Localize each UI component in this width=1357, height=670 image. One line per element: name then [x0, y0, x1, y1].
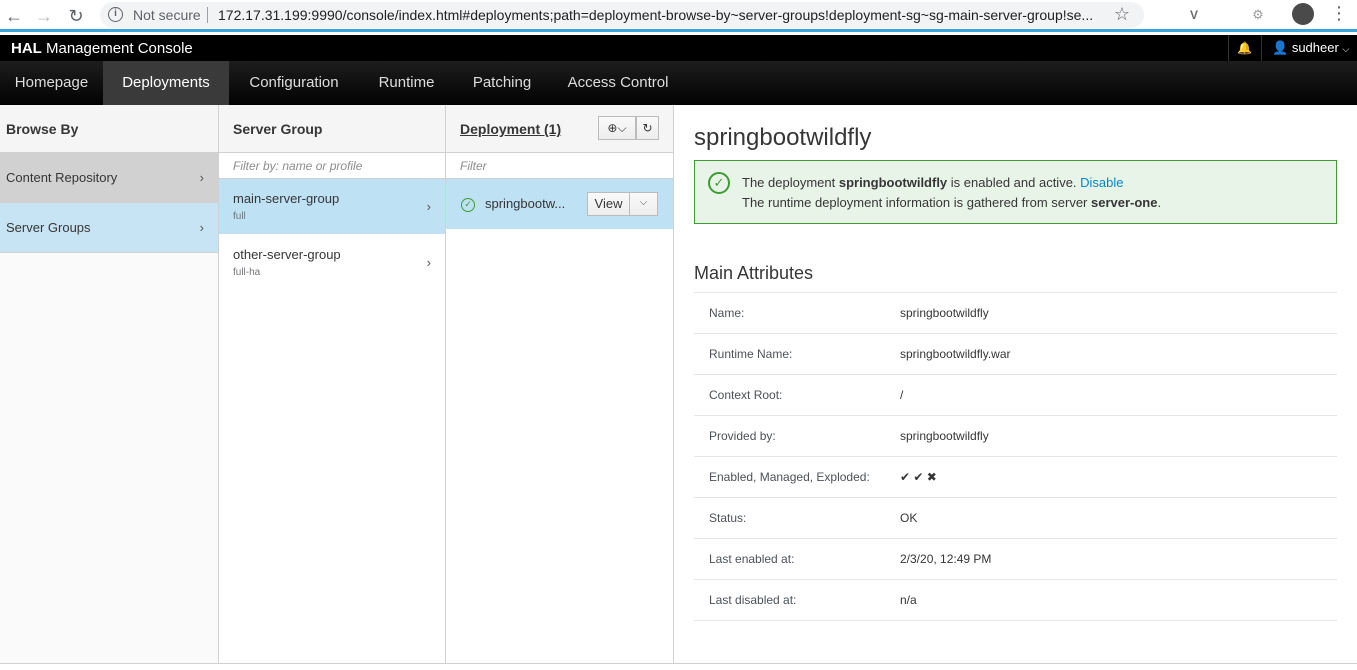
settings-extension-icon[interactable]: ⚙ [1249, 6, 1267, 24]
attribute-value: springbootwildfly.war [900, 347, 1011, 361]
deployment-item[interactable]: ✓ springbootw... View ⌵ [446, 179, 673, 229]
attribute-row: Context Root: / [694, 375, 1337, 416]
address-bar[interactable]: i Not secure 172.17.31.199:9990/console/… [100, 2, 1144, 28]
chevron-right-icon: › [199, 220, 204, 235]
skype-extension-icon[interactable]: S [1217, 6, 1235, 24]
user-name: sudheer [1291, 40, 1339, 55]
alert-line-1: The deployment springbootwildfly is enab… [742, 175, 1124, 190]
attribute-row: Provided by: springbootwildfly [694, 416, 1337, 457]
attribute-key: Last enabled at: [709, 552, 795, 566]
attribute-row: Runtime Name: springbootwildfly.war [694, 334, 1337, 375]
attribute-row: Enabled, Managed, Exploded: ✔ ✔ ✖ [694, 457, 1337, 498]
hal-header: HAL Management Console 🔔 👤 sudheer ⌵ [0, 35, 1357, 61]
server-group-item-other[interactable]: other-server-group full-ha › [219, 235, 445, 291]
brand-title: HAL Management Console [11, 40, 193, 57]
tab-access-control[interactable]: Access Control [550, 61, 686, 105]
refresh-icon[interactable]: ↻ [636, 116, 659, 140]
attribute-row: Last disabled at: n/a [694, 580, 1337, 621]
notifications-bell-icon[interactable]: 🔔 [1228, 35, 1260, 61]
deployment-column: Deployment (1) ⊕⌵ ↻ Filter ✓ springbootw… [446, 105, 674, 670]
tab-patching[interactable]: Patching [454, 61, 550, 105]
view-button[interactable]: View [587, 192, 630, 216]
attribute-value: OK [900, 511, 918, 525]
check-circle-icon: ✓ [708, 172, 730, 194]
info-icon[interactable]: i [108, 7, 123, 22]
bookmark-star-icon[interactable]: ☆ [1114, 4, 1130, 25]
browser-toolbar: ← → ↻ i Not secure 172.17.31.199:9990/co… [0, 0, 1357, 32]
attribute-row: Status: OK [694, 498, 1337, 539]
disable-link[interactable]: Disable [1080, 175, 1123, 190]
preview-title: springbootwildfly [694, 124, 872, 151]
deployment-title[interactable]: Deployment (1) [460, 121, 561, 137]
success-alert: ✓ The deployment springbootwildfly is en… [694, 160, 1337, 224]
deployment-filter-input[interactable]: Filter [446, 153, 673, 179]
address-divider [207, 7, 208, 23]
chevron-down-icon: ⌵ [1342, 44, 1350, 54]
server-group-filter-input[interactable]: Filter by: name or profile [219, 153, 445, 179]
attribute-key: Provided by: [709, 429, 776, 443]
attribute-row: Name: springbootwildfly [694, 293, 1337, 334]
attribute-value: springbootwildfly [900, 306, 989, 320]
attribute-row: Last enabled at: 2/3/20, 12:49 PM [694, 539, 1337, 580]
browse-by-title: Browse By [0, 105, 218, 153]
footer-bar [0, 663, 1357, 670]
deployment-actions: ⊕⌵ ↻ [598, 116, 659, 140]
server-group-profile: full [233, 211, 246, 222]
browse-item-label: Server Groups [6, 220, 91, 235]
user-icon: 👤 [1272, 40, 1289, 55]
attributes-list: Name: springbootwildfly Runtime Name: sp… [694, 293, 1337, 621]
dropdown-caret-icon[interactable]: ⌵ [629, 192, 658, 216]
url-text[interactable]: 172.17.31.199:9990/console/index.html#de… [218, 7, 1103, 23]
alert-line-2: The runtime deployment information is ga… [742, 195, 1162, 210]
attribute-key: Last disabled at: [709, 593, 797, 607]
browse-item-content-repository[interactable]: Content Repository › [0, 153, 218, 203]
attribute-key: Enabled, Managed, Exploded: [709, 470, 870, 484]
attribute-value: n/a [900, 593, 917, 607]
provided-by-link[interactable]: springbootwildfly [900, 429, 989, 443]
security-label: Not secure [133, 7, 201, 23]
main-navigation: Homepage Deployments Configuration Runti… [0, 61, 1357, 105]
tab-configuration[interactable]: Configuration [229, 61, 359, 105]
preview-pane: springbootwildfly ✓ The deployment sprin… [674, 105, 1357, 670]
tab-homepage[interactable]: Homepage [0, 61, 103, 105]
context-root-link[interactable]: / [900, 388, 903, 402]
attribute-key: Status: [709, 511, 747, 525]
server-group-profile: full-ha [233, 267, 261, 278]
browse-item-label: Content Repository [6, 170, 118, 185]
user-menu[interactable]: 👤 sudheer ⌵ [1261, 35, 1357, 61]
reload-icon[interactable]: ↻ [64, 4, 88, 28]
chevron-right-icon: › [426, 199, 431, 214]
browser-menu-icon[interactable]: ⋮ [1330, 3, 1348, 24]
back-icon[interactable]: ← [2, 4, 26, 28]
add-deployment-button[interactable]: ⊕⌵ [598, 116, 636, 140]
server-group-column: Server Group Filter by: name or profile … [219, 105, 446, 670]
browse-item-server-groups[interactable]: Server Groups › [0, 203, 218, 253]
deployment-item-name: springbootw... [485, 196, 566, 211]
attribute-value: 2/3/20, 12:49 PM [900, 552, 992, 566]
attribute-key: Name: [709, 306, 745, 320]
attribute-key: Runtime Name: [709, 347, 793, 361]
tab-runtime[interactable]: Runtime [359, 61, 454, 105]
vuejs-extension-icon[interactable]: V [1185, 6, 1203, 24]
server-group-name: main-server-group [233, 191, 340, 206]
profile-avatar[interactable] [1292, 3, 1314, 25]
server-group-item-main[interactable]: main-server-group full › [219, 179, 445, 235]
attribute-key: Context Root: [709, 388, 783, 402]
check-circle-icon: ✓ [461, 198, 475, 212]
tab-deployments[interactable]: Deployments [103, 61, 229, 105]
chevron-right-icon: › [426, 255, 431, 270]
browse-by-column: Browse By Content Repository › Server Gr… [0, 105, 219, 670]
server-group-title: Server Group [219, 105, 445, 153]
main-attributes-title: Main Attributes [694, 263, 814, 283]
chevron-right-icon: › [199, 170, 204, 185]
deployment-header: Deployment (1) ⊕⌵ ↻ [446, 105, 673, 153]
server-group-name: other-server-group [233, 247, 341, 262]
cors-extension-icon[interactable]: CORS [1153, 6, 1173, 24]
forward-icon[interactable]: → [32, 4, 56, 28]
status-flags: ✔ ✔ ✖ [900, 470, 937, 484]
